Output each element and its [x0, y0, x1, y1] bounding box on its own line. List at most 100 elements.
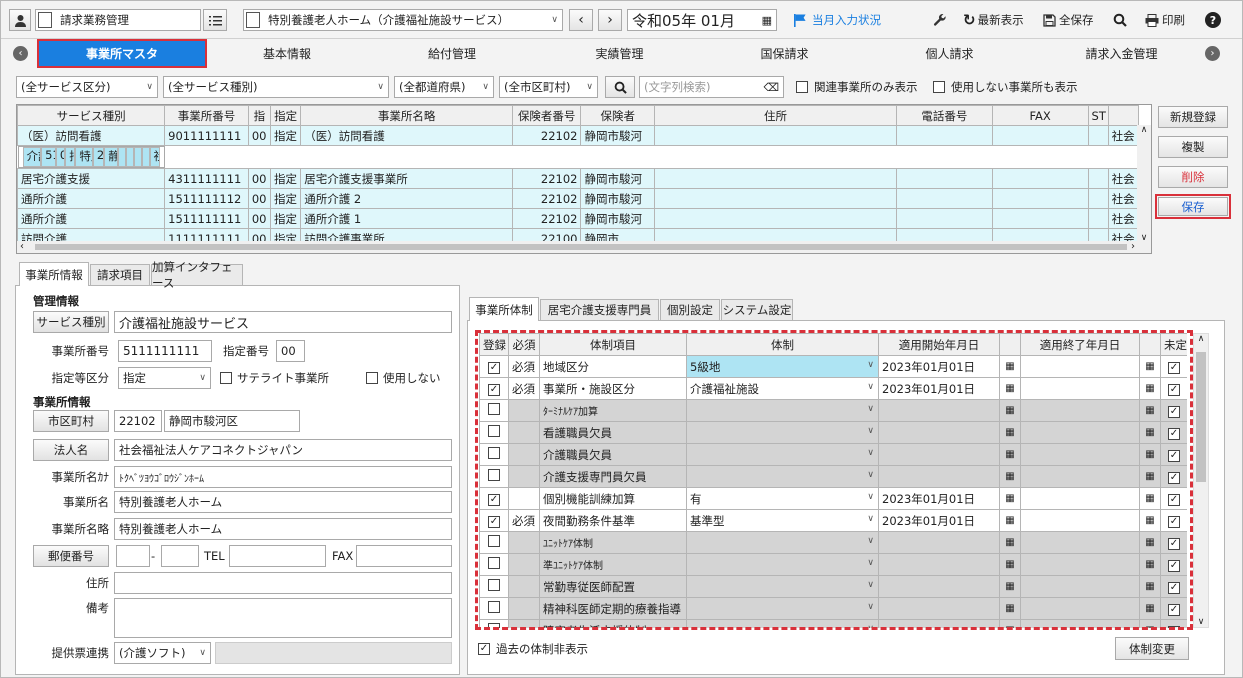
calendar-icon[interactable]: ▦ — [1139, 399, 1161, 422]
calendar-icon[interactable]: ▦ — [999, 509, 1021, 532]
grid-horizontal-scrollbar[interactable]: ‹ › — [17, 241, 1151, 253]
undecided-checkbox[interactable]: ✓ — [1168, 472, 1180, 484]
user-icon[interactable] — [9, 9, 31, 31]
related-only-checkbox[interactable]: 関連事業所のみ表示 — [796, 79, 918, 95]
calendar-icon[interactable]: ▦ — [762, 14, 772, 27]
system-row[interactable]: ✓ 必須 夜間勤務条件基準 基準型 ∨ 2023年01月01日 ▦ ▦ ✓ — [479, 509, 1187, 532]
end-date-field[interactable] — [1020, 531, 1140, 554]
undecided-cell[interactable]: ✓ — [1160, 487, 1187, 510]
system-value-select[interactable]: ∨ — [686, 443, 879, 466]
register-cell[interactable] — [479, 575, 509, 598]
grid-col-header[interactable]: 電話番号 — [895, 105, 993, 126]
corp-button[interactable]: 法人名 — [33, 439, 109, 461]
designation-type-select[interactable]: 指定 ∨ — [118, 367, 211, 389]
scroll-up-icon[interactable]: ∧ — [1137, 125, 1151, 135]
register-cell[interactable]: ✓ — [479, 377, 509, 400]
tab-individual-settings[interactable]: 個別設定 — [660, 299, 720, 320]
system-value-select[interactable]: ∨ — [686, 553, 879, 576]
grid-col-header[interactable]: FAX — [991, 105, 1089, 126]
register-cell[interactable] — [479, 399, 509, 422]
end-date-field[interactable] — [1020, 575, 1140, 598]
grid-vertical-scrollbar[interactable]: ∧ ∨ — [1137, 125, 1151, 243]
designation-no-field[interactable]: 00 — [276, 340, 305, 362]
register-checkbox[interactable] — [488, 623, 500, 628]
system-row[interactable]: 常勤専従医師配置 ∨ ▦ ▦ ✓ — [479, 575, 1187, 598]
start-date-field[interactable] — [878, 443, 1000, 466]
nav-item-benefit-mgmt[interactable]: 給付管理 — [367, 39, 537, 68]
calendar-icon[interactable]: ▦ — [999, 443, 1021, 466]
calendar-icon[interactable]: ▦ — [1139, 377, 1161, 400]
register-cell[interactable]: ✓ — [479, 487, 509, 510]
end-date-field[interactable] — [1020, 443, 1140, 466]
grid-col-header[interactable]: ST — [1087, 105, 1109, 126]
office-no-field[interactable]: 5111111111 — [118, 340, 212, 362]
tab-care-managers[interactable]: 居宅介護支援専門員 — [540, 299, 659, 320]
undecided-cell[interactable]: ✓ — [1160, 377, 1187, 400]
end-date-field[interactable] — [1020, 355, 1140, 378]
system-row[interactable]: ﾕﾆｯﾄｹｱ体制 ∨ ▦ ▦ ✓ — [479, 531, 1187, 554]
system-row[interactable]: 看護職員欠員 ∨ ▦ ▦ ✓ — [479, 421, 1187, 444]
end-date-field[interactable] — [1020, 597, 1140, 620]
table-row[interactable]: 通所介護 1511111111 00 指定 通所介護 1 22102 静岡市駿河 社会 — [17, 208, 1140, 229]
calendar-icon[interactable]: ▦ — [999, 619, 1021, 628]
system-table-scrollbar[interactable]: ∧ ∨ — [1193, 333, 1209, 628]
system-row[interactable]: 精神科医師定期的療養指導 ∨ ▦ ▦ ✓ — [479, 597, 1187, 620]
corp-field[interactable]: 社会福祉法人ケアコネクトジャパン — [114, 439, 452, 461]
period-field[interactable]: 令和05年 01月 ▦ — [627, 9, 777, 31]
calendar-icon[interactable]: ▦ — [1139, 619, 1161, 628]
kana-field[interactable]: ﾄｸﾍﾞﾂﾖｳｺﾞﾛｳｼﾞﾝﾎｰﾑ — [114, 466, 452, 488]
service-type-field[interactable]: 介護福祉施設サービス — [114, 311, 452, 333]
city-select[interactable]: (全市区町村) ∨ — [499, 76, 598, 98]
nav-item-office-master[interactable]: 事業所マスタ — [39, 41, 205, 66]
undecided-checkbox[interactable]: ✓ — [1168, 538, 1180, 550]
system-value-select[interactable]: 介護福祉施設 ∨ — [686, 377, 879, 400]
undecided-cell[interactable]: ✓ — [1160, 575, 1187, 598]
city-button[interactable]: 市区町村 — [33, 410, 109, 432]
end-date-field[interactable] — [1020, 421, 1140, 444]
save-button[interactable]: 保存 — [1158, 197, 1228, 216]
grid-col-header[interactable]: 指 — [247, 105, 272, 126]
register-cell[interactable] — [479, 443, 509, 466]
undecided-cell[interactable]: ✓ — [1160, 421, 1187, 444]
register-checkbox[interactable]: ✓ — [488, 516, 500, 528]
system-value-select[interactable]: ∨ — [686, 399, 879, 422]
register-cell[interactable] — [479, 531, 509, 554]
nav-item-basic-info[interactable]: 基本情報 — [207, 39, 367, 68]
satellite-box[interactable] — [220, 372, 232, 384]
undecided-cell[interactable]: ✓ — [1160, 355, 1187, 378]
service-type-select[interactable]: (全サービス種別) ∨ — [163, 76, 389, 98]
start-date-field[interactable]: 2023年01月01日 — [878, 377, 1000, 400]
start-date-field[interactable] — [878, 465, 1000, 488]
calendar-icon[interactable]: ▦ — [1139, 553, 1161, 576]
undecided-cell[interactable]: ✓ — [1160, 509, 1187, 532]
scroll-thumb[interactable] — [35, 244, 1127, 250]
undecided-checkbox[interactable]: ✓ — [1168, 406, 1180, 418]
nav-item-record-mgmt[interactable]: 実績管理 — [537, 39, 702, 68]
filter-search-button[interactable] — [605, 76, 635, 98]
system-row[interactable]: 介護支援専門員欠員 ∨ ▦ ▦ ✓ — [479, 465, 1187, 488]
start-date-field[interactable]: 2023年01月01日 — [878, 509, 1000, 532]
table-row[interactable]: 通所介護 1511111112 00 指定 通所介護 2 22102 静岡市駿河 社会 — [17, 188, 1140, 209]
calendar-icon[interactable]: ▦ — [999, 531, 1021, 554]
show-unused-box[interactable] — [933, 81, 945, 93]
grid-col-header[interactable]: 住所 — [654, 105, 897, 126]
register-cell[interactable] — [479, 619, 509, 628]
end-date-field[interactable] — [1020, 465, 1140, 488]
undecided-checkbox[interactable]: ✓ — [1168, 626, 1180, 628]
tel-field[interactable] — [229, 545, 326, 567]
end-date-field[interactable] — [1020, 377, 1140, 400]
system-row[interactable]: 障害者生活支援体制 ∨ ▦ ▦ ✓ — [479, 619, 1187, 628]
unused-box[interactable] — [366, 372, 378, 384]
start-date-field[interactable] — [878, 597, 1000, 620]
system-row[interactable]: 介護職員欠員 ∨ ▦ ▦ ✓ — [479, 443, 1187, 466]
system-value-select[interactable]: ∨ — [686, 465, 879, 488]
register-cell[interactable] — [479, 553, 509, 576]
tab-addition-interface[interactable]: 加算インタフェース — [151, 260, 243, 290]
scroll-left-icon[interactable]: ‹ — [17, 241, 24, 252]
start-date-field[interactable] — [878, 531, 1000, 554]
tab-billing-items[interactable]: 請求項目 — [90, 264, 150, 285]
grid-col-header[interactable]: 保険者 — [580, 105, 656, 126]
city-code-field[interactable]: 22102 — [114, 410, 162, 432]
office-short-field[interactable]: 特別養護老人ホーム — [114, 518, 452, 540]
undecided-checkbox[interactable]: ✓ — [1168, 582, 1180, 594]
